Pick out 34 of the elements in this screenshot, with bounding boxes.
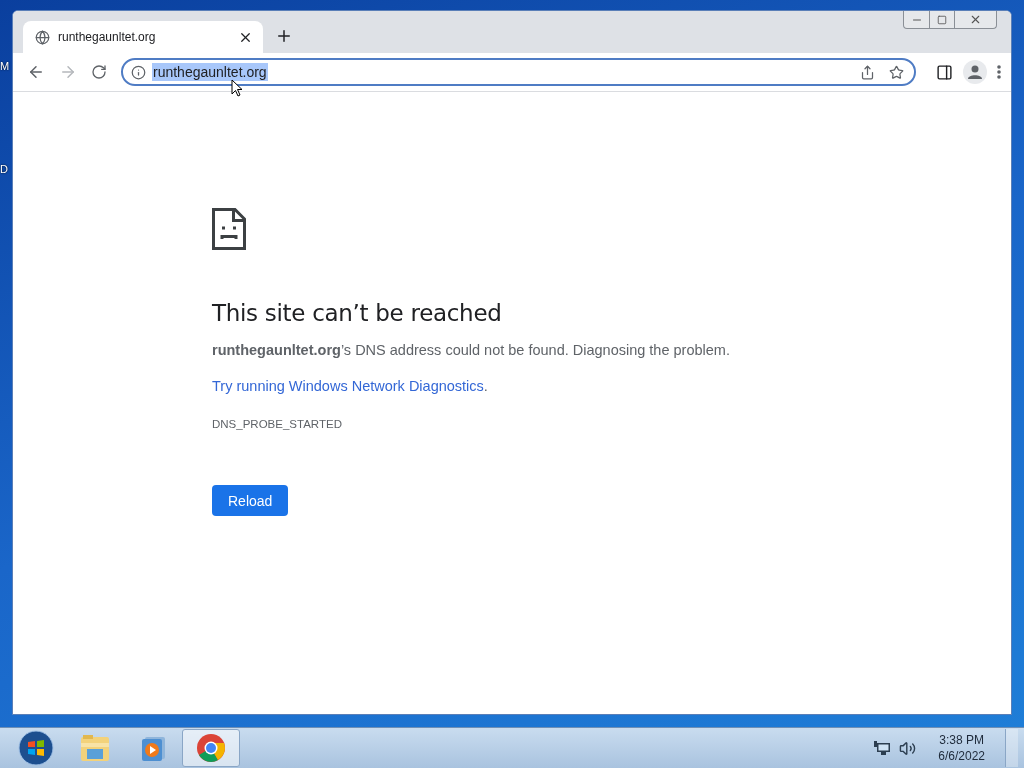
media-player-icon <box>139 734 167 762</box>
start-orb-icon[interactable] <box>18 730 54 766</box>
info-icon[interactable] <box>131 64 146 80</box>
clock[interactable]: 3:38 PM 6/6/2022 <box>938 732 985 764</box>
tab-title: runthegaunltet.org <box>58 30 157 44</box>
suggestion-text: Try running Windows Network Diagnostics. <box>212 378 488 394</box>
reload-icon <box>91 64 107 80</box>
star-icon <box>889 64 904 80</box>
network-icon[interactable] <box>873 740 892 756</box>
reload-page-button[interactable]: Reload <box>212 485 289 516</box>
side-panel-icon <box>936 63 953 81</box>
error-code: DNS_PROBE_STARTED <box>212 418 342 430</box>
globe-icon <box>35 29 50 45</box>
profile-avatar[interactable] <box>963 60 987 84</box>
share-icon <box>860 64 875 80</box>
desktop-icon-label: D <box>0 163 8 175</box>
sad-page-icon <box>212 208 246 250</box>
volume-icon[interactable] <box>899 739 917 757</box>
menu-icon <box>997 65 1001 79</box>
error-heading: This site can’t be reached <box>212 300 502 326</box>
forward-arrow-icon <box>59 63 77 81</box>
person-icon <box>967 64 983 80</box>
mouse-cursor-icon <box>231 79 243 97</box>
error-message: runthegaunltet.org’s DNS address could not be found. Diagnosing the problem. <box>212 342 730 358</box>
taskbar-app-button[interactable] <box>182 729 240 767</box>
chrome-icon <box>196 733 226 763</box>
maximize-icon <box>937 14 947 25</box>
close-icon <box>969 13 982 26</box>
folder-icon <box>79 733 111 763</box>
plus-icon <box>275 27 293 45</box>
diagnostics-link[interactable]: Try running Windows Network Diagnostics <box>212 378 484 394</box>
browser-tab[interactable]: runthegaunltet.org <box>23 21 263 53</box>
desktop-icon-label: M <box>0 60 10 72</box>
url-text: runthegaunltet.org <box>152 63 268 81</box>
